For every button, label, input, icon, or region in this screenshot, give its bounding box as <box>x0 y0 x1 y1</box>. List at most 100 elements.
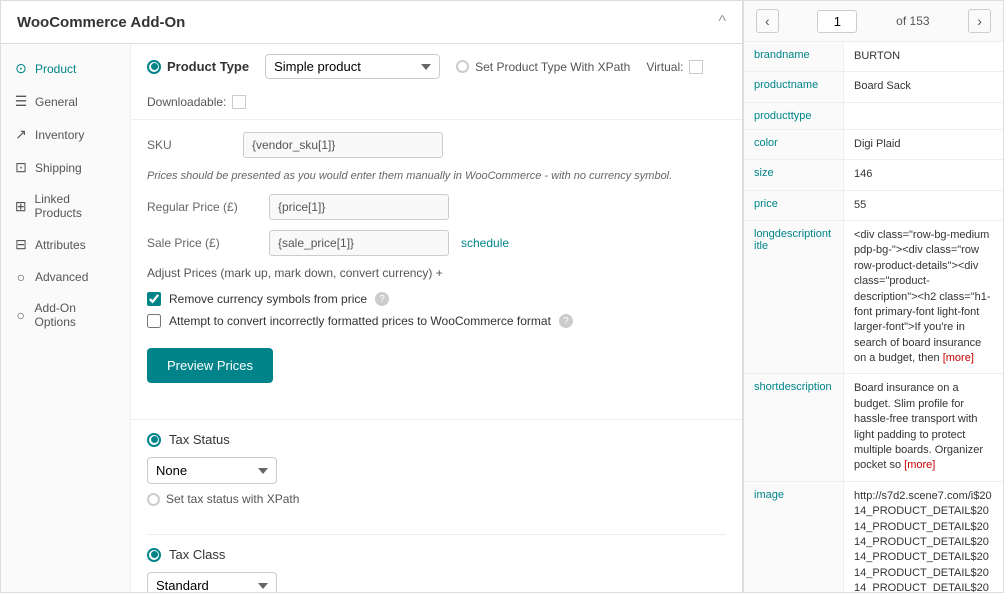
data-key-price: price <box>744 191 844 220</box>
product-type-select[interactable]: Simple productVariable productGrouped pr… <box>265 54 440 79</box>
tax-status-radio[interactable] <box>147 433 161 447</box>
sidebar-item-product-type[interactable]: ⊙ Product <box>1 52 130 85</box>
adjust-prices-text: Adjust Prices (mark up, mark down, conve… <box>147 266 443 280</box>
sidebar-item-addon-options[interactable]: ○ Add-On Options <box>1 293 130 337</box>
sidebar-label-addon-options: Add-On Options <box>35 301 118 329</box>
more-link-longdescriptiontitle[interactable]: [more] <box>943 352 974 364</box>
form-section: SKU Prices should be presented as you wo… <box>131 120 742 407</box>
tax-class-header: Tax Class <box>147 547 726 562</box>
product-type-bar: Product Type Simple productVariable prod… <box>131 44 742 120</box>
advanced-icon: ○ <box>13 269 29 285</box>
data-key-brandname: brandname <box>744 42 844 71</box>
sidebar: ⊙ Product ☰General↗Inventory ⊡ Shipping ⊞ Link… <box>1 44 131 592</box>
sidebar-label-inventory: Inventory <box>35 128 84 142</box>
data-val-size: 146 <box>844 160 1003 189</box>
sale-price-row: Sale Price (£) schedule <box>147 230 726 256</box>
data-row: shortdescriptionBoard insurance on a bud… <box>744 374 1003 481</box>
help-icon-2[interactable]: ? <box>559 314 573 328</box>
data-val-color: Digi Plaid <box>844 130 1003 159</box>
product-type-text: Product Type <box>167 59 249 74</box>
panel-title: WooCommerce Add-On <box>17 14 185 31</box>
adjust-prices: Adjust Prices (mark up, mark down, conve… <box>147 266 726 280</box>
tax-class-radio[interactable] <box>147 548 161 562</box>
data-row: brandnameBURTON <box>744 42 1003 72</box>
tax-status-xpath-label: Set tax status with XPath <box>166 492 299 506</box>
shipping-icon: ⊡ <box>13 159 29 176</box>
sidebar-item-general[interactable]: ☰General <box>1 85 130 118</box>
data-row: producttype <box>744 103 1003 130</box>
more-link-shortdescription[interactable]: [more] <box>904 459 935 471</box>
tax-status-select[interactable]: NoneTaxableShipping only <box>147 457 277 484</box>
tax-class-select[interactable]: StandardReduced RateZero Rate <box>147 572 277 592</box>
convert-format-row: Attempt to convert incorrectly formatted… <box>147 314 726 328</box>
convert-format-checkbox[interactable] <box>147 314 161 328</box>
downloadable-group: Downloadable: <box>147 95 246 109</box>
remove-currency-label: Remove currency symbols from price <box>169 292 367 306</box>
data-val-image: http://s7d2.scene7.com/i$2014_PRODUCT_DE… <box>844 482 1003 592</box>
regular-price-row: Regular Price (£) <box>147 194 726 220</box>
linked-products-icon: ⊞ <box>13 198 29 215</box>
data-row: colorDigi Plaid <box>744 130 1003 160</box>
data-val-price: 55 <box>844 191 1003 220</box>
sidebar-label-shipping: Shipping <box>35 161 82 175</box>
main-area: Product Type Simple productVariable prod… <box>131 44 742 592</box>
data-val-longdescriptiontitle: <div class="row-bg-medium pdp-bg-"><div … <box>844 221 1003 374</box>
data-val-productname: Board Sack <box>844 72 1003 101</box>
sku-label: SKU <box>147 138 227 152</box>
data-key-color: color <box>744 130 844 159</box>
sidebar-label-product-type: Product <box>35 62 76 76</box>
sidebar-label-linked-products: Linked Products <box>35 192 118 220</box>
data-val-producttype <box>844 103 1003 129</box>
data-key-shortdescription: shortdescription <box>744 374 844 480</box>
info-text: Prices should be presented as you would … <box>147 170 726 182</box>
tax-class-title: Tax Class <box>169 547 225 562</box>
addon-options-icon: ○ <box>13 307 29 323</box>
xpath-label: Set Product Type With XPath <box>475 60 630 74</box>
tax-status-xpath-radio[interactable] <box>147 493 160 506</box>
tax-status-title: Tax Status <box>169 432 230 447</box>
sku-row: SKU <box>147 132 726 158</box>
sale-price-input[interactable] <box>269 230 449 256</box>
convert-format-label: Attempt to convert incorrectly formatted… <box>169 314 551 328</box>
virtual-checkbox[interactable] <box>689 60 703 74</box>
next-arrow[interactable]: › <box>968 9 991 33</box>
data-row: price55 <box>744 191 1003 221</box>
data-key-producttype: producttype <box>744 103 844 129</box>
schedule-link[interactable]: schedule <box>461 236 509 250</box>
right-panel-nav: ‹ of 153 › <box>744 1 1003 42</box>
product-type-icon: ⊙ <box>13 60 29 77</box>
sidebar-item-linked-products[interactable]: ⊞ Linked Products <box>1 184 130 228</box>
data-key-longdescriptiontitle: longdescriptiontitle <box>744 221 844 374</box>
tax-status-xpath-row: Set tax status with XPath <box>147 492 726 506</box>
data-val-brandname: BURTON <box>844 42 1003 71</box>
page-input[interactable] <box>817 10 857 33</box>
close-button[interactable]: ^ <box>718 13 726 31</box>
remove-currency-checkbox[interactable] <box>147 292 161 306</box>
data-key-size: size <box>744 160 844 189</box>
product-type-label: Product Type <box>147 59 249 74</box>
tax-class-section: Tax Class StandardReduced RateZero Rate … <box>131 547 742 592</box>
xpath-radio[interactable] <box>456 60 469 73</box>
page-total: of 153 <box>896 14 929 28</box>
attributes-icon: ⊟ <box>13 236 29 253</box>
sidebar-item-shipping[interactable]: ⊡ Shipping <box>1 151 130 184</box>
sidebar-item-advanced[interactable]: ○Advanced <box>1 261 130 293</box>
sidebar-item-inventory[interactable]: ↗Inventory <box>1 118 130 151</box>
tax-status-section: Tax Status NoneTaxableShipping only Set … <box>131 432 742 534</box>
help-icon-1[interactable]: ? <box>375 292 389 306</box>
right-panel: ‹ of 153 › brandnameBURTONproductnameBoa… <box>743 1 1003 592</box>
downloadable-checkbox[interactable] <box>232 95 246 109</box>
sidebar-item-attributes[interactable]: ⊟Attributes <box>1 228 130 261</box>
prev-arrow[interactable]: ‹ <box>756 9 779 33</box>
data-row: longdescriptiontitle<div class="row-bg-m… <box>744 221 1003 375</box>
data-row: productnameBoard Sack <box>744 72 1003 102</box>
product-type-radio[interactable] <box>147 60 161 74</box>
data-val-shortdescription: Board insurance on a budget. Slim profil… <box>844 374 1003 480</box>
downloadable-label: Downloadable: <box>147 95 226 109</box>
regular-price-input[interactable] <box>269 194 449 220</box>
sale-price-label: Sale Price (£) <box>147 236 257 250</box>
general-icon: ☰ <box>13 93 29 110</box>
preview-prices-button[interactable]: Preview Prices <box>147 348 273 383</box>
sku-input[interactable] <box>243 132 443 158</box>
virtual-group: Virtual: <box>646 60 703 74</box>
